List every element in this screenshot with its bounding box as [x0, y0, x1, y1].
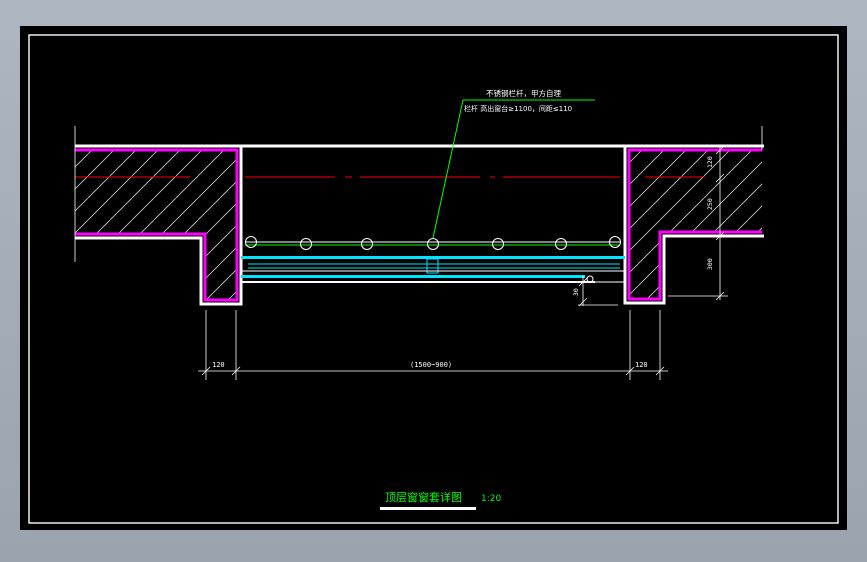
- dim-right-v2: 250: [706, 198, 714, 210]
- cad-viewport[interactable]: 不锈钢栏杆，甲方自理 栏杆 高出窗台≥1100，间距≤110 120 (1500…: [0, 0, 867, 562]
- note-line-2: 栏杆 高出窗台≥1100，间距≤110: [464, 104, 572, 113]
- drawing-scale: 1:20: [481, 494, 501, 504]
- note-line-1: 不锈钢栏杆，甲方自理: [486, 88, 561, 98]
- title-underline: [380, 507, 476, 510]
- dim-opening: (1500~900): [410, 361, 452, 369]
- drawing-title: 顶层窗窗套详图: [385, 490, 462, 504]
- dim-right-v3: 300: [706, 258, 714, 270]
- dim-wall-right: 120: [635, 361, 648, 369]
- dim-sill-gap: 30: [572, 288, 580, 296]
- dim-right-v1: 120: [706, 156, 714, 168]
- dim-wall-left: 120: [212, 361, 225, 369]
